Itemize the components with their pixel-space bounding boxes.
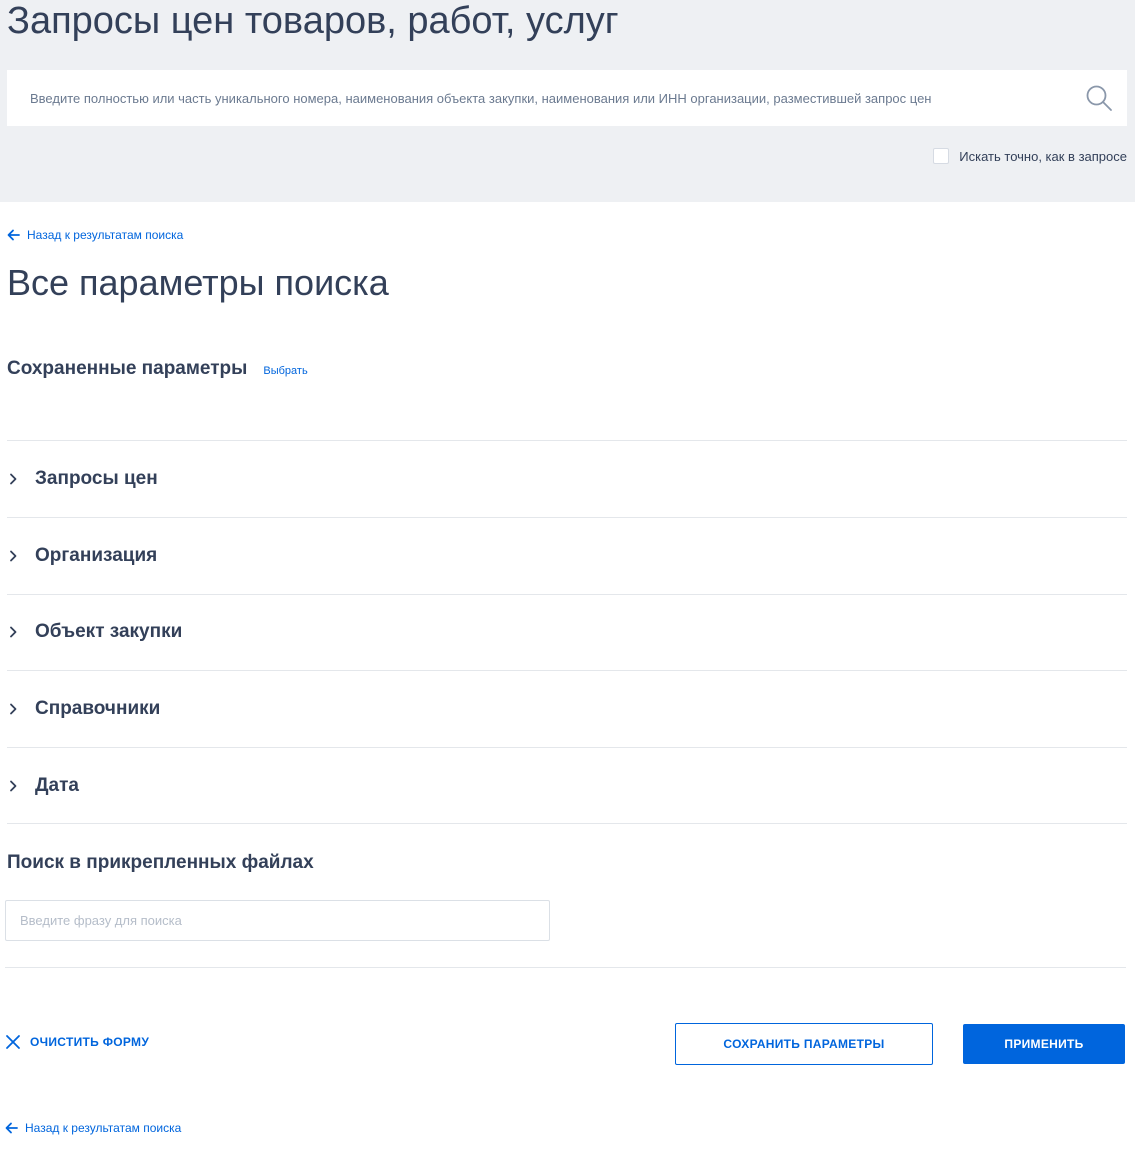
saved-params-label: Сохраненные параметры — [7, 358, 248, 379]
clear-form-button[interactable]: ОЧИСТИТЬ ФОРМУ — [5, 1034, 149, 1050]
close-icon — [6, 1035, 20, 1049]
search-box — [7, 70, 1127, 126]
save-params-button[interactable]: СОХРАНИТЬ ПАРАМЕТРЫ — [675, 1023, 933, 1065]
accordion-item-organization[interactable]: Организация — [7, 516, 1127, 594]
saved-params-row: Сохраненные параметры Выбрать — [7, 358, 308, 380]
back-link-label: Назад к результатам поиска — [27, 228, 184, 242]
accordion-label: Справочники — [35, 698, 161, 720]
accordion-item-price-requests[interactable]: Запросы цен — [7, 440, 1127, 517]
back-to-results-link-bottom[interactable]: Назад к результатам поиска — [5, 1121, 181, 1135]
exact-match-label: Искать точно, как в запросе — [959, 148, 1127, 164]
back-link-label: Назад к результатам поиска — [25, 1121, 182, 1135]
filter-sections: Запросы цен Организация Объект закупки С… — [7, 440, 1127, 824]
section-title: Все параметры поиска — [7, 262, 389, 303]
exact-match-checkbox[interactable] — [933, 148, 950, 164]
chevron-right-icon — [10, 780, 17, 791]
accordion-item-purchase-object[interactable]: Объект закупки — [7, 593, 1127, 671]
files-search-input[interactable] — [5, 900, 550, 941]
divider — [5, 967, 1126, 968]
accordion-label: Организация — [35, 544, 158, 566]
accordion-label: Запросы цен — [35, 467, 158, 489]
page-title: Запросы цен товаров, работ, услуг — [7, 0, 619, 42]
arrow-left-icon — [7, 229, 20, 241]
chevron-right-icon — [10, 550, 17, 562]
saved-params-choose-link[interactable]: Выбрать — [263, 365, 307, 377]
exact-match-option[interactable]: Искать точно, как в запросе — [933, 146, 1127, 166]
chevron-right-icon — [10, 703, 17, 715]
clear-form-label: ОЧИСТИТЬ ФОРМУ — [30, 1035, 150, 1049]
accordion-label: Объект закупки — [35, 621, 183, 643]
search-icon[interactable] — [1085, 84, 1113, 112]
chevron-right-icon — [10, 473, 17, 485]
apply-button[interactable]: ПРИМЕНИТЬ — [963, 1024, 1125, 1064]
search-input[interactable] — [7, 70, 1067, 126]
accordion-item-directories[interactable]: Справочники — [7, 670, 1127, 747]
back-to-results-link-top[interactable]: Назад к результатам поиска — [7, 228, 183, 242]
accordion-item-date[interactable]: Дата — [7, 747, 1127, 824]
files-search-title: Поиск в прикрепленных файлах — [7, 852, 314, 873]
accordion-label: Дата — [35, 774, 79, 796]
chevron-right-icon — [10, 627, 17, 638]
arrow-left-icon — [5, 1122, 18, 1134]
